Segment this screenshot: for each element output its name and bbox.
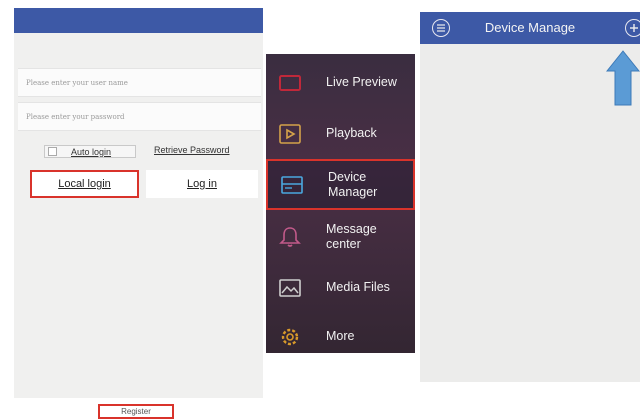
gear-icon: [281, 328, 299, 345]
menu-label-live-preview: Live Preview: [326, 75, 397, 89]
add-device-button[interactable]: [625, 19, 640, 37]
username-input[interactable]: [18, 69, 261, 96]
retrieve-password-link[interactable]: Retrieve Password: [154, 145, 230, 155]
menu-label-playback: Playback: [326, 126, 377, 140]
menu-label-media-files: Media Files: [326, 280, 390, 294]
media-files-icon: [279, 278, 301, 297]
plus-icon: [630, 24, 638, 32]
page-title: Device Manage: [484, 20, 576, 35]
login-screen: Auto login Retrieve Password Local login…: [14, 8, 263, 398]
auto-login-checkbox[interactable]: Auto login: [44, 145, 136, 158]
menu-item-live-preview[interactable]: Live Preview: [266, 57, 415, 108]
side-menu: Live Preview Playback Device Manager Mes…: [266, 54, 415, 353]
device-manage-header: Device Manage: [420, 12, 640, 44]
register-button[interactable]: Register: [98, 404, 174, 419]
menu-label-more: More: [326, 329, 355, 343]
menu-item-message-center[interactable]: Message center: [266, 211, 415, 262]
device-manager-icon: [281, 175, 303, 194]
menu-label-device-manager: Device Manager: [328, 169, 378, 199]
menu-item-media-files[interactable]: Media Files: [266, 262, 415, 313]
password-field[interactable]: [18, 102, 261, 131]
pointer-arrow-icon: [606, 50, 640, 106]
username-field[interactable]: [18, 68, 261, 97]
login-button[interactable]: Log in: [146, 170, 258, 198]
menu-item-device-manager[interactable]: Device Manager: [266, 159, 415, 210]
login-header-bar: [14, 8, 263, 33]
local-login-button[interactable]: Local login: [30, 170, 139, 198]
live-preview-icon: [279, 74, 301, 91]
checkbox-icon[interactable]: [48, 147, 57, 156]
menu-item-playback[interactable]: Playback: [266, 108, 415, 159]
menu-label-message-center: Message center: [326, 221, 377, 251]
playback-icon: [279, 123, 301, 144]
password-input[interactable]: [18, 103, 261, 130]
menu-item-more[interactable]: More: [266, 311, 415, 362]
bell-icon: [279, 226, 301, 247]
auto-login-label: Auto login: [71, 146, 112, 157]
